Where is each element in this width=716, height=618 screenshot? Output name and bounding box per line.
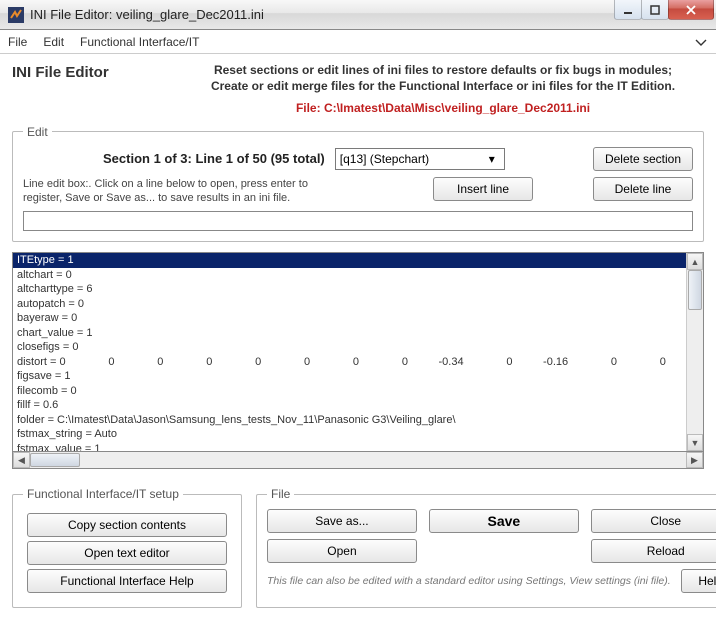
close-button[interactable]: Close <box>591 509 716 533</box>
list-item[interactable]: fillf = 0.6 <box>13 398 686 413</box>
edit-hint: Line edit box:. Click on a line below to… <box>23 177 343 206</box>
delete-line-button[interactable]: Delete line <box>593 177 693 201</box>
list-item[interactable]: fstmax_string = Auto <box>13 427 686 442</box>
desc-line2: Create or edit merge files for the Funct… <box>182 78 704 94</box>
file-path-label: File: C:\Imatest\Data\Misc\veiling_glare… <box>182 100 704 116</box>
open-button[interactable]: Open <box>267 539 417 563</box>
list-item[interactable]: altchart = 0 <box>13 268 686 283</box>
edit-group: Edit Section 1 of 3: Line 1 of 50 (95 to… <box>12 125 704 243</box>
section-select[interactable]: [q13] (Stepchart) ▾ <box>335 148 505 170</box>
file-legend: File <box>267 487 294 501</box>
delete-section-button[interactable]: Delete section <box>593 147 693 171</box>
list-item[interactable]: distort = 0 0 0 0 0 0 0 0 -0.34 0 -0.16 … <box>13 355 686 370</box>
save-as-button[interactable]: Save as... <box>267 509 417 533</box>
file-note: This file can also be edited with a stan… <box>267 575 671 588</box>
titlebar: INI File Editor: veiling_glare_Dec2011.i… <box>0 0 716 30</box>
horizontal-scrollbar[interactable]: ◀ ▶ <box>12 452 704 469</box>
list-item[interactable]: altcharttype = 6 <box>13 282 686 297</box>
fi-setup-legend: Functional Interface/IT setup <box>23 487 183 501</box>
vertical-scrollbar[interactable]: ▲ ▼ <box>686 253 703 451</box>
vscroll-thumb[interactable] <box>688 270 702 310</box>
app-icon <box>8 7 24 23</box>
section-line-label: Section 1 of 3: Line 1 of 50 (95 total) <box>103 151 325 166</box>
open-text-editor-button[interactable]: Open text editor <box>27 541 227 565</box>
list-item[interactable]: autopatch = 0 <box>13 297 686 312</box>
copy-section-button[interactable]: Copy section contents <box>27 513 227 537</box>
menu-functional-interface[interactable]: Functional Interface/IT <box>80 35 199 49</box>
ini-listbox[interactable]: ITEtype = 1altchart = 0altcharttype = 6a… <box>12 252 704 452</box>
minimize-button[interactable] <box>614 0 642 20</box>
list-item[interactable]: chart_value = 1 <box>13 326 686 341</box>
save-button[interactable]: Save <box>429 509 579 533</box>
reload-button[interactable]: Reload <box>591 539 716 563</box>
hscroll-thumb[interactable] <box>30 453 80 467</box>
fi-setup-group: Functional Interface/IT setup Copy secti… <box>12 487 242 608</box>
scroll-up-icon[interactable]: ▲ <box>687 253 703 270</box>
menu-edit[interactable]: Edit <box>43 35 64 49</box>
fi-help-button[interactable]: Functional Interface Help <box>27 569 227 593</box>
help-button[interactable]: Help <box>681 569 716 593</box>
desc-line1: Reset sections or edit lines of ini file… <box>182 62 704 78</box>
file-group: File Save as... Save Close Open Reload T… <box>256 487 716 608</box>
line-edit-input[interactable] <box>23 211 693 231</box>
maximize-button[interactable] <box>641 0 669 20</box>
menu-overflow-icon[interactable] <box>694 35 708 49</box>
list-item[interactable]: closefigs = 0 <box>13 340 686 355</box>
chevron-down-icon: ▾ <box>484 152 500 166</box>
scroll-right-icon[interactable]: ▶ <box>686 452 703 468</box>
list-item[interactable]: ITEtype = 1 <box>13 253 686 268</box>
list-item[interactable]: folder = C:\Imatest\Data\Jason\Samsung_l… <box>13 413 686 428</box>
insert-line-button[interactable]: Insert line <box>433 177 533 201</box>
list-item[interactable]: figsave = 1 <box>13 369 686 384</box>
scroll-down-icon[interactable]: ▼ <box>687 434 703 451</box>
list-item[interactable]: filecomb = 0 <box>13 384 686 399</box>
close-window-button[interactable] <box>668 0 714 20</box>
section-select-value: [q13] (Stepchart) <box>340 152 429 166</box>
page-description: Reset sections or edit lines of ini file… <box>182 62 704 117</box>
edit-legend: Edit <box>23 125 52 139</box>
scroll-left-icon[interactable]: ◀ <box>13 452 30 468</box>
menu-file[interactable]: File <box>8 35 27 49</box>
list-item[interactable]: fstmax_value = 1 <box>13 442 686 452</box>
menubar: File Edit Functional Interface/IT <box>0 30 716 54</box>
page-title: INI File Editor <box>12 62 162 117</box>
list-item[interactable]: bayeraw = 0 <box>13 311 686 326</box>
